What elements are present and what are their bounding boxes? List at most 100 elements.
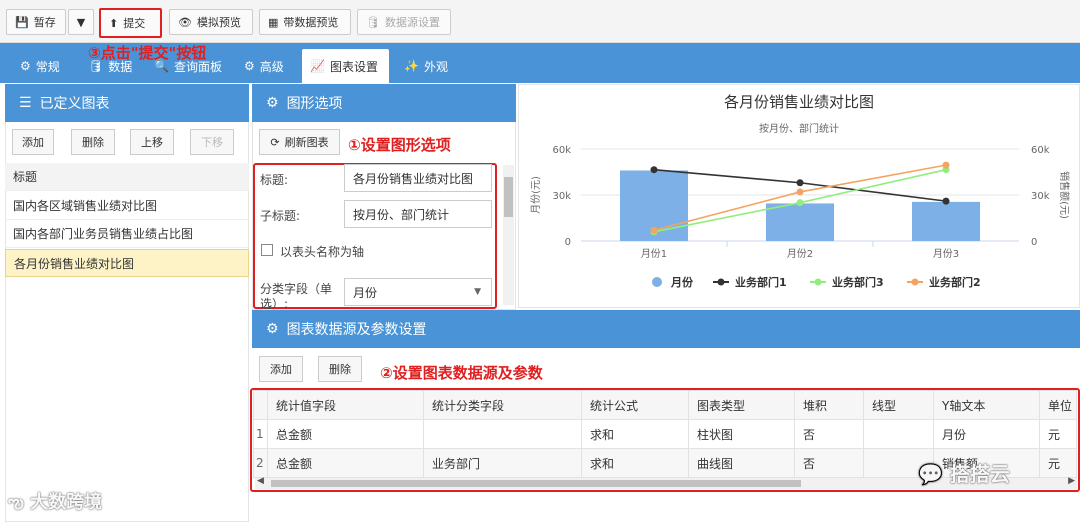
title-label: 标题: (260, 173, 289, 187)
defined-charts-header: ☰ 已定义图表 (5, 84, 249, 122)
header-axis-checkbox[interactable] (261, 244, 273, 256)
annotation-datasource: ②设置图表数据源及参数 (380, 364, 543, 382)
area-chart-icon: 📈 (310, 59, 325, 73)
x-tick-label: 月份1 (641, 248, 667, 260)
category-field-label: 分类字段（单选）: (260, 282, 333, 311)
header-axis-label: 以表头名称为轴 (280, 245, 365, 259)
title-input[interactable]: 各月份销售业绩对比图 (344, 164, 492, 192)
gear-icon: ⚙ (266, 95, 279, 111)
options-scrollbar[interactable] (503, 165, 514, 305)
y-tick-label: 0 (565, 237, 571, 248)
column-header: 堆积 (794, 390, 864, 420)
gears-icon: ⚙ (266, 321, 279, 337)
magic-wand-icon: ✨ (404, 59, 419, 73)
upload-icon: ⬆ (109, 16, 119, 30)
arrow-right-icon: ▶ (1068, 476, 1075, 486)
list-item[interactable]: 国内各部门业务员销售业绩占比图 (5, 220, 249, 248)
series-point (650, 166, 658, 174)
legend-label: 业务部门2 (929, 275, 981, 289)
wechat-icon: 💬 (918, 462, 943, 486)
series-point (942, 161, 950, 169)
legend-marker (652, 277, 662, 287)
column-header: 线型 (863, 390, 934, 420)
subtitle-input[interactable]: 按月份、部门统计 (344, 200, 492, 228)
save-dropdown-button[interactable]: ▼ (68, 9, 94, 35)
series-point (796, 188, 804, 196)
delete-chart-button[interactable]: 删除 (71, 129, 115, 155)
column-header: 统计分类字段 (423, 390, 582, 420)
caret-down-icon: ▼ (76, 15, 86, 29)
column-header: 单位 (1039, 390, 1077, 420)
legend-label: 业务部门3 (832, 275, 884, 289)
table-header-row: 统计值字段 统计分类字段 统计公式 图表类型 堆积 线型 Y轴文本 单位 (253, 390, 1077, 420)
save-button[interactable]: 💾 暂存 (6, 9, 66, 35)
eye-icon: 👁 (178, 15, 192, 29)
column-header: 图表类型 (688, 390, 795, 420)
add-chart-button[interactable]: 添加 (12, 129, 54, 155)
watermark-right: 💬 搭搭云 (918, 462, 1010, 486)
legend-marker (717, 278, 725, 286)
delete-series-button[interactable]: 删除 (318, 356, 362, 382)
gears-icon: ⚙ (244, 59, 255, 73)
y2-tick-label: 30k (1031, 191, 1050, 202)
y2-axis-label: 销售额(元) (1058, 171, 1071, 219)
x-tick-label: 月份3 (933, 248, 959, 260)
list-item[interactable]: 国内各区域销售业绩对比图 (5, 192, 249, 220)
series-point (942, 197, 950, 205)
y-tick-label: 30k (552, 191, 571, 202)
table-icon: ▦ (268, 15, 279, 29)
category-field-select[interactable]: 月份 ▼ (344, 278, 492, 306)
chart-title: 各月份销售业绩对比图 (724, 93, 874, 111)
y-tick-label: 60k (552, 145, 571, 156)
preview-button[interactable]: 👁 模拟预览 (169, 9, 253, 35)
gear-icon: ⚙ (20, 59, 31, 73)
column-header: Y轴文本 (933, 390, 1040, 420)
subtitle-label: 子标题: (260, 209, 301, 223)
chart-options-header: ⚙ 图形选项 (252, 84, 516, 122)
chart-svg: 各月份销售业绩对比图按月份、部门统计 0 0 30k 30k 60k 60k 月份(元) 销售额… (530, 93, 1071, 289)
x-tick-label: 月份2 (787, 248, 813, 260)
data-preview-button[interactable]: ▦ 带数据预览 (259, 9, 351, 35)
refresh-icon: ⟳ (270, 135, 280, 149)
datasource-settings-button[interactable]: 🛢 数据源设置 (357, 9, 451, 35)
list-item-selected[interactable]: 各月份销售业绩对比图 (5, 249, 249, 277)
submit-button[interactable]: ⬆ 提交 (99, 8, 162, 38)
series-point (796, 179, 804, 187)
list-icon: ☰ (19, 95, 32, 111)
column-header: 统计值字段 (267, 390, 424, 420)
series-point (796, 199, 804, 207)
floppy-icon: 💾 (15, 15, 29, 29)
arrow-left-icon: ◀ (257, 476, 264, 486)
bar (766, 203, 834, 241)
add-series-button[interactable]: 添加 (259, 356, 303, 382)
weibo-icon: ఌ (8, 492, 24, 513)
table-row[interactable]: 1 总金额 求和 柱状图 否 月份 元 (253, 419, 1077, 449)
refresh-chart-button[interactable]: ⟳ 刷新图表 (259, 129, 340, 155)
legend-label: 业务部门1 (735, 275, 787, 289)
legend-marker (814, 278, 822, 286)
y-axis-label: 月份(元) (530, 176, 542, 214)
scrollbar-thumb[interactable] (504, 177, 513, 217)
watermark-left: ఌ 大数跨境 (8, 492, 103, 513)
scrollbar-thumb[interactable] (271, 480, 801, 487)
tab-chart-settings[interactable]: 📈 图表设置 (302, 49, 389, 83)
list-header: 标题 (5, 163, 249, 191)
chart-preview-panel: 各月份销售业绩对比图 按月份、部门统计 0 0 30k 30k 60k 60k 月份(元) 销售额… (518, 84, 1080, 308)
tab-advanced[interactable]: ⚙ 高级 (236, 49, 292, 83)
tab-appearance[interactable]: ✨ 外观 (396, 49, 456, 83)
tab-general[interactable]: ⚙ 常规 (12, 49, 68, 83)
move-down-button[interactable]: 下移 (190, 129, 234, 155)
bar (912, 201, 980, 241)
move-up-button[interactable]: 上移 (130, 129, 174, 155)
annotation-options: ①设置图形选项 (348, 136, 451, 154)
column-header: 统计公式 (581, 390, 689, 420)
chart-subtitle: 按月份、部门统计 (759, 122, 839, 135)
y2-tick-label: 0 (1031, 237, 1037, 248)
datasource-header: ⚙ 图表数据源及参数设置 (252, 310, 1080, 348)
legend-label: 月份 (670, 275, 694, 289)
legend-marker (911, 278, 919, 286)
caret-down-icon: ▼ (474, 287, 481, 297)
series-point (650, 226, 658, 234)
toolbar: 💾 暂存 ▼ ⬆ 提交 👁 模拟预览 ▦ 带数据预览 🛢 数据源设置 (0, 0, 1080, 43)
database-icon: 🛢 (366, 15, 380, 29)
